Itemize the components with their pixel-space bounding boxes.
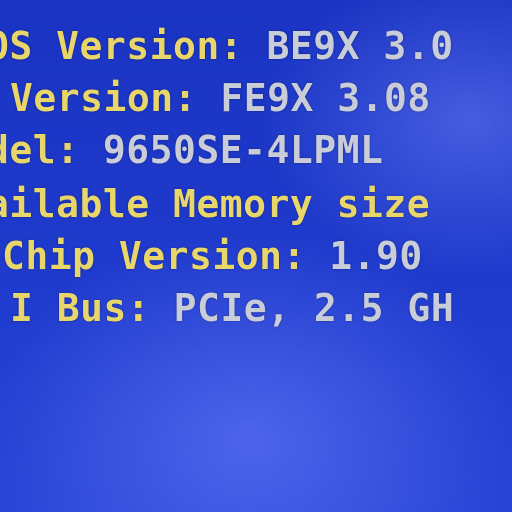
bios-version-line: OS Version: BE9X 3.0 [0,24,454,68]
chip-version-label: Chip Version: [2,234,330,278]
firmware-version-label: Version: [10,76,221,120]
model-line: del: 9650SE-4LPML [0,128,383,172]
pci-bus-label: I Bus: [10,286,174,330]
pci-bus-value: PCIe, 2.5 GH [173,286,455,330]
chip-version-line: Chip Version: 1.90 [2,234,423,278]
pci-bus-line: I Bus: PCIe, 2.5 GH [10,286,454,330]
firmware-version-line: Version: FE9X 3.08 [10,76,431,120]
model-label: del: [0,128,80,172]
bios-version-label: OS Version: [0,24,267,68]
memory-size-line: ailable Memory size [0,182,430,226]
bios-screen: OS Version: BE9X 3.0 Version: FE9X 3.08 … [0,0,512,512]
chip-version-value: 1.90 [329,234,423,278]
model-value: 9650SE-4LPML [102,128,384,172]
firmware-version-value: FE9X 3.08 [220,76,431,120]
memory-size-label: ailable Memory size [0,182,431,226]
bios-version-value: BE9X 3.0 [266,24,454,68]
